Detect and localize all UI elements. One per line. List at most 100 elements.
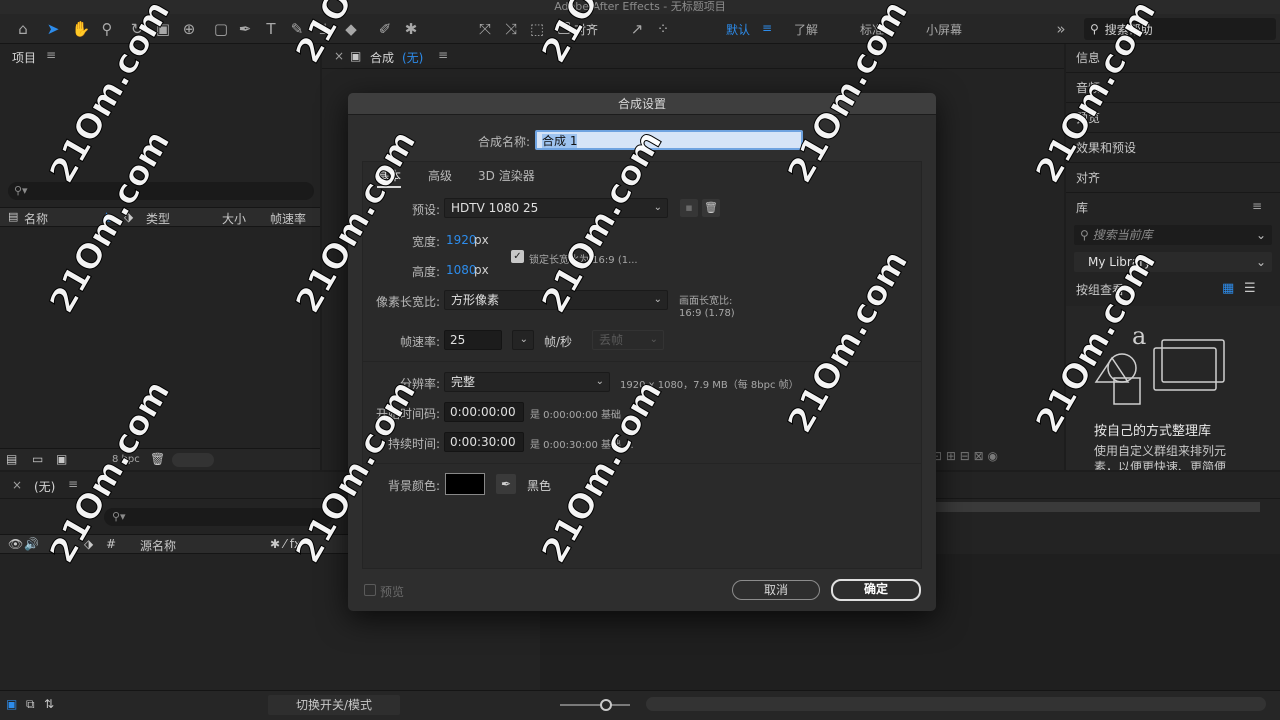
list-view-icon[interactable]: ☰ [1244,281,1256,296]
panel-menu-icon[interactable]: ≡ [438,48,448,62]
fps-dropdown[interactable]: ⌄ [512,330,534,350]
width-unit: px [474,233,489,247]
library-desc-2: 素，以便更快速、更简便 [1094,460,1227,470]
tab-advanced[interactable]: 高级 [428,167,452,184]
bg-color-swatch[interactable] [445,473,485,495]
workspace-small-screen[interactable]: 小屏幕 [926,21,962,38]
render-time-icon[interactable]: ⧉ [26,697,35,712]
new-folder-icon[interactable]: ▭ [32,452,43,466]
axis-view-icon[interactable]: ⬚ [526,18,548,40]
viewer-control-icons[interactable]: ⊡ ⊞ ⊟ ⊠ ◉ [932,449,1052,467]
help-search-input[interactable]: ⚲ 搜索帮助 [1084,18,1276,40]
snap-checkbox[interactable] [558,22,570,34]
workspace-standard[interactable]: 标准 [860,21,884,38]
preset-dropdown[interactable]: HDTV 1080 25 ⌄ [444,198,668,218]
panel-menu-icon[interactable]: ≡ [1252,199,1262,213]
panel-align[interactable]: 对齐 [1076,169,1100,186]
group-by-dropdown[interactable]: 按组查看 ⌄ [1076,281,1138,298]
switches-icons[interactable]: ✱ ⁄ fx [270,537,301,551]
sort-ascending-icon[interactable]: ▲ [102,209,111,223]
timeline-work-area[interactable] [936,502,1260,512]
zoom-slider-handle[interactable] [600,699,612,711]
par-dropdown[interactable]: 方形像素 ⌄ [444,290,668,310]
puppet-tool-icon[interactable]: ✱ [400,18,422,40]
lock-aspect-checkbox[interactable]: ✓ [511,250,524,263]
brush-tool-icon[interactable]: ✎ [286,18,308,40]
axis-local-icon[interactable]: ⤧ [474,18,496,40]
library-select[interactable]: My Library ⌄ [1074,252,1272,272]
panel-audio[interactable]: 音频 [1076,79,1100,96]
comp-tab-label[interactable]: 合成 [370,49,394,66]
eraser-tool-icon[interactable]: ◆ [340,18,362,40]
bpc-label[interactable]: 8 bpc [112,454,140,465]
panel-info[interactable]: 信息 [1076,49,1100,66]
rectangle-tool-icon[interactable]: ▢ [210,18,232,40]
selection-tool-icon[interactable]: ➤ [42,18,64,40]
start-timecode-input[interactable]: 0:00:00:00 [444,402,524,422]
height-value[interactable]: 1080 [446,263,477,277]
home-icon[interactable]: ⌂ [12,18,34,40]
close-tab-icon[interactable]: × [334,49,344,63]
timeline-scrollbar[interactable] [646,697,1266,711]
audio-icon[interactable]: 🔊 [24,537,39,551]
column-framerate[interactable]: 帧速率 [270,210,306,227]
panel-libraries[interactable]: 库 [1076,199,1088,216]
duration-input[interactable]: 0:00:30:00 [444,432,524,452]
label-column-icon[interactable]: ▤ [8,210,18,223]
resolution-dropdown[interactable]: 完整 ⌄ [444,372,610,392]
project-scroll-slider[interactable] [172,453,214,467]
panel-effects-presets[interactable]: 效果和预设 [1076,139,1136,156]
axis-world-icon[interactable]: ⤨ [500,18,522,40]
tab-3d-renderer[interactable]: 3D 渲染器 [478,167,535,184]
delete-preset-icon[interactable]: 🗑 [702,199,720,217]
height-label: 高度: [411,265,440,279]
column-type[interactable]: 类型 [146,210,170,227]
timeline-search-input[interactable]: ⚲▾ [104,508,332,526]
column-number[interactable]: # [106,537,116,551]
panel-preview[interactable]: 预览 [1076,109,1100,126]
pen-tool-icon[interactable]: ✒ [234,18,256,40]
cancel-button[interactable]: 取消 [732,580,820,600]
save-preset-icon[interactable]: ▪ [680,199,698,217]
snap-edges-icon[interactable]: ↗ [626,18,648,40]
camera-tool-icon[interactable]: ▣ [152,18,174,40]
workspace-menu-icon[interactable]: ≡ [762,21,772,35]
panel-menu-icon[interactable]: ≡ [68,477,78,491]
clone-stamp-tool-icon[interactable]: ⊥ [314,18,336,40]
rotate-tool-icon[interactable]: ↻ [126,18,148,40]
roto-brush-tool-icon[interactable]: ✐ [374,18,396,40]
hand-tool-icon[interactable]: ✋ [70,18,92,40]
pan-behind-tool-icon[interactable]: ⊕ [178,18,200,40]
new-comp-icon[interactable]: ▣ [56,452,67,466]
project-search-input[interactable]: ⚲▾ [8,182,314,200]
eyedropper-icon[interactable]: ✒ [496,474,516,494]
duration-value: 0:00:30:00 [450,435,516,449]
snap-features-icon[interactable]: ⁘ [652,18,674,40]
frame-blend-icon[interactable]: ⇅ [44,697,54,711]
preview-checkbox[interactable] [364,584,376,596]
close-tab-icon[interactable]: × [12,478,22,492]
column-source-name[interactable]: 源名称 [140,537,176,554]
library-search-input[interactable]: ⚲ 搜索当前库 ⌄ [1074,225,1272,245]
trash-icon[interactable]: 🗑 [150,452,165,466]
fps-input[interactable]: 25 [444,330,502,350]
eye-icon[interactable]: 👁 [8,537,23,551]
panel-menu-icon[interactable]: ≡ [46,48,56,62]
zoom-tool-icon[interactable]: ⚲ [96,18,118,40]
comp-flowchart-icon[interactable]: ▣ [6,697,17,711]
comp-lock-icon[interactable]: ▣ [350,49,361,63]
width-value[interactable]: 1920 [446,233,477,247]
tab-basic[interactable]: 基本 [377,167,402,188]
workspace-default[interactable]: 默认 [726,21,750,38]
column-name[interactable]: 名称 [24,210,48,227]
timeline-tab-label[interactable]: (无) [34,478,55,495]
toggle-switches-modes-button[interactable]: 切换开关/模式 [268,695,400,715]
workspace-learn[interactable]: 了解 [794,21,818,38]
grid-view-icon[interactable]: ▦ [1222,281,1234,296]
comp-name-input[interactable]: 合成 1 [535,130,803,150]
workspace-overflow-icon[interactable]: » [1050,18,1072,40]
interpret-footage-icon[interactable]: ▤ [6,452,17,466]
ok-button[interactable]: 确定 [831,579,921,601]
text-tool-icon[interactable]: T [260,18,282,40]
column-size[interactable]: 大小 [222,210,246,227]
